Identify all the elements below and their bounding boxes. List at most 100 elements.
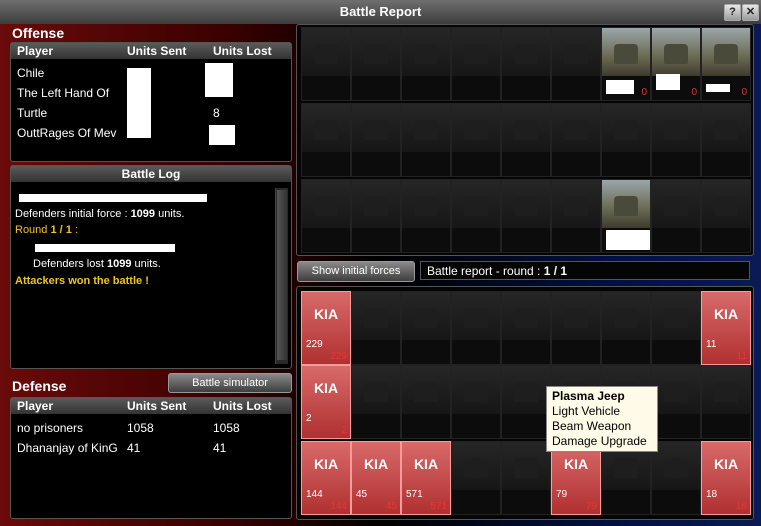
unit-card[interactable]: [351, 27, 401, 101]
unit-card[interactable]: [301, 27, 351, 101]
defense-player-1: Dhananjay of KinG: [17, 441, 118, 455]
redaction: [209, 125, 235, 145]
unit-card[interactable]: [451, 27, 501, 101]
kia-card[interactable]: KIA 45 45: [351, 441, 401, 515]
close-button[interactable]: ✕: [742, 4, 759, 21]
unit-count: 2: [306, 413, 312, 424]
unit-card[interactable]: [451, 179, 501, 253]
kia-card[interactable]: KIA 229 229: [301, 291, 351, 365]
attacker-unit-grid: 0 0 0: [296, 24, 754, 256]
unit-lost: 144: [330, 501, 347, 512]
unit-card[interactable]: [651, 291, 701, 365]
unit-card-tank[interactable]: 0: [651, 27, 701, 101]
defense-table: Player Units Sent Units Lost no prisoner…: [10, 397, 292, 519]
battle-simulator-button[interactable]: Battle simulator: [168, 373, 292, 393]
redaction: [606, 230, 650, 250]
unit-card[interactable]: [301, 103, 351, 177]
offense-table: Player Units Sent Units Lost Chile The L…: [10, 42, 292, 162]
unit-card[interactable]: [501, 103, 551, 177]
unit-card[interactable]: [551, 291, 601, 365]
battle-log-panel: Battle Log Defenders initial force : 109…: [10, 165, 292, 369]
defense-sent-0: 1058: [127, 421, 154, 435]
unit-card[interactable]: [451, 441, 501, 515]
kia-label: KIA: [563, 456, 589, 472]
unit-card[interactable]: [351, 103, 401, 177]
unit-card[interactable]: [451, 291, 501, 365]
offense-player-1: The Left Hand Of: [17, 86, 110, 100]
offense-lost-2: 8: [213, 106, 220, 120]
defense-header: Defense: [12, 378, 67, 394]
kia-card[interactable]: KIA 144 144: [301, 441, 351, 515]
unit-card[interactable]: [401, 365, 451, 439]
kia-card[interactable]: KIA 571 571: [401, 441, 451, 515]
unit-card-artillery[interactable]: 0: [701, 27, 751, 101]
unit-card[interactable]: [701, 179, 751, 253]
kia-label: KIA: [413, 456, 439, 472]
unit-card[interactable]: [451, 365, 501, 439]
col-player: Player: [17, 44, 54, 58]
unit-card[interactable]: [401, 103, 451, 177]
col-units-sent: Units Sent: [127, 44, 187, 58]
kia-card[interactable]: KIA 79 79: [551, 441, 601, 515]
unit-card[interactable]: [701, 103, 751, 177]
show-initial-forces-button[interactable]: Show initial forces: [297, 261, 415, 282]
unit-lost: 0: [691, 87, 697, 98]
defense-sent-1: 41: [127, 441, 141, 455]
unit-card[interactable]: [701, 365, 751, 439]
kia-card[interactable]: KIA 18 18: [701, 441, 751, 515]
log-scroll-thumb[interactable]: [277, 190, 287, 360]
unit-card[interactable]: [551, 27, 601, 101]
log-defenders-initial: Defenders initial force : 1099 units.: [15, 208, 185, 220]
log-round: Round 1 / 1 :: [15, 224, 79, 236]
col-units-lost: Units Lost: [213, 44, 272, 58]
unit-lost: 0: [741, 87, 747, 98]
unit-card[interactable]: [551, 103, 601, 177]
tooltip-name: Plasma Jeep: [552, 389, 625, 403]
redaction: [706, 84, 730, 92]
redaction: [35, 244, 175, 252]
unit-card-tank[interactable]: 0: [601, 27, 651, 101]
unit-count: 229: [306, 339, 323, 350]
col-units-sent: Units Sent: [127, 399, 187, 413]
unit-card-tank[interactable]: [601, 179, 651, 253]
defense-lost-1: 41: [213, 441, 227, 455]
unit-lost: 2: [341, 425, 347, 436]
kia-card[interactable]: KIA 11 11: [701, 291, 751, 365]
unit-card[interactable]: [301, 179, 351, 253]
kia-label: KIA: [713, 456, 739, 472]
help-button[interactable]: ?: [724, 4, 741, 21]
unit-card[interactable]: [401, 179, 451, 253]
unit-lost: 571: [430, 501, 447, 512]
unit-lost: 45: [385, 501, 397, 512]
unit-card[interactable]: [351, 365, 401, 439]
unit-card[interactable]: [651, 103, 701, 177]
kia-card[interactable]: KIA 2 2: [301, 365, 351, 439]
battle-log-title: Battle Log: [11, 166, 291, 182]
unit-card[interactable]: [401, 291, 451, 365]
unit-card[interactable]: [601, 291, 651, 365]
unit-card[interactable]: [351, 179, 401, 253]
unit-card[interactable]: [551, 179, 601, 253]
unit-card[interactable]: [351, 291, 401, 365]
defender-unit-grid: KIA 229 229 KIA 11 11 KIA 2 2 KIA 144 144 KIA 45 4…: [296, 286, 754, 520]
unit-card[interactable]: [501, 179, 551, 253]
unit-card[interactable]: [501, 291, 551, 365]
unit-lost: 79: [585, 501, 597, 512]
unit-card[interactable]: [651, 365, 701, 439]
defense-table-header: Player Units Sent Units Lost: [11, 398, 291, 414]
unit-card[interactable]: [501, 27, 551, 101]
unit-card[interactable]: [401, 27, 451, 101]
col-player: Player: [17, 399, 54, 413]
unit-card[interactable]: [501, 365, 551, 439]
redaction: [656, 74, 680, 90]
offense-player-3: OuttRages Of Mev: [17, 126, 117, 140]
log-scrollbar[interactable]: [275, 188, 288, 364]
unit-card[interactable]: [451, 103, 501, 177]
unit-card[interactable]: [651, 441, 701, 515]
unit-count: 11: [706, 339, 717, 350]
unit-card[interactable]: [601, 441, 651, 515]
unit-card[interactable]: [501, 441, 551, 515]
unit-card[interactable]: [601, 103, 651, 177]
offense-table-header: Player Units Sent Units Lost: [11, 43, 291, 59]
unit-card[interactable]: [651, 179, 701, 253]
